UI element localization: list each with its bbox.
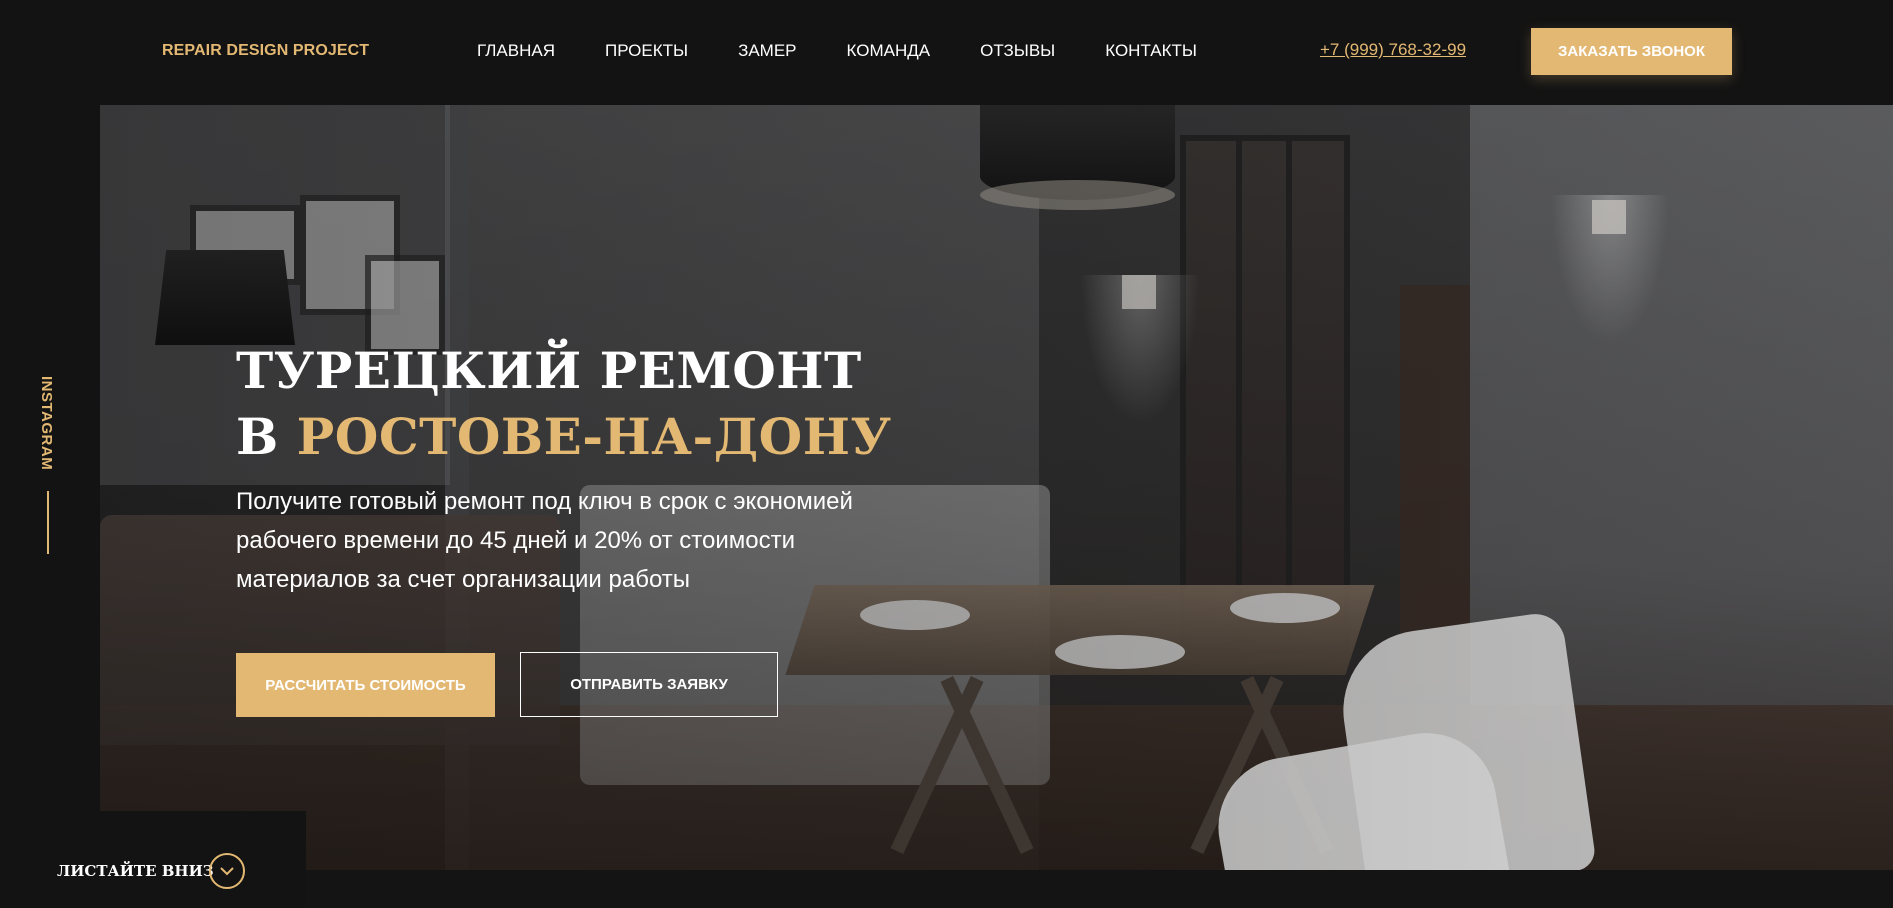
calculate-cost-button[interactable]: РАССЧИТАТЬ СТОИМОСТЬ <box>236 653 495 717</box>
main-nav: ГЛАВНАЯ ПРОЕКТЫ ЗАМЕР КОМАНДА ОТЗЫВЫ КОН… <box>477 41 1247 61</box>
hero-subtitle: Получите готовый ремонт под ключ в срок … <box>236 482 876 599</box>
nav-item-projects[interactable]: ПРОЕКТЫ <box>605 41 688 61</box>
hero-title-line2-prefix: В <box>236 407 297 466</box>
hero-title-line1: ТУРЕЦКИЙ РЕМОНТ <box>236 341 862 400</box>
site-header: REPAIR DESIGN PROJECT ГЛАВНАЯ ПРОЕКТЫ ЗА… <box>0 0 1893 105</box>
nav-item-home[interactable]: ГЛАВНАЯ <box>477 41 555 61</box>
sidebar-divider <box>47 491 49 554</box>
hero-title-city: РОСТОВЕ-НА-ДОНУ <box>296 407 892 466</box>
instagram-link[interactable]: INSTAGRAM <box>38 376 55 470</box>
phone-link[interactable]: +7 (999) 768-32-99 <box>1320 40 1466 60</box>
hero-title: ТУРЕЦКИЙ РЕМОНТ В РОСТОВЕ-НА-ДОНУ <box>236 338 892 470</box>
hero-subtitle-line2: рабочего времени до 45 дней и 20% от сто… <box>236 527 796 554</box>
logo[interactable]: REPAIR DESIGN PROJECT <box>162 42 369 60</box>
hero-subtitle-line1: Получите готовый ремонт под ключ в срок … <box>236 488 853 515</box>
chevron-down-icon <box>220 866 234 875</box>
order-call-button[interactable]: ЗАКАЗАТЬ ЗВОНОК <box>1531 28 1732 75</box>
hero-subtitle-line3: материалов за счет организации работы <box>236 566 691 593</box>
scroll-down-label: ЛИСТАЙТЕ ВНИЗ <box>57 862 214 880</box>
nav-item-reviews[interactable]: ОТЗЫВЫ <box>980 41 1055 61</box>
nav-item-contacts[interactable]: КОНТАКТЫ <box>1105 41 1197 61</box>
send-request-button[interactable]: ОТПРАВИТЬ ЗАЯВКУ <box>520 652 778 717</box>
nav-item-team[interactable]: КОМАНДА <box>847 41 931 61</box>
bottom-strip <box>306 870 1893 908</box>
scroll-indicator-box <box>0 811 306 908</box>
nav-item-measure[interactable]: ЗАМЕР <box>738 41 796 61</box>
scroll-down-button[interactable] <box>209 853 245 889</box>
